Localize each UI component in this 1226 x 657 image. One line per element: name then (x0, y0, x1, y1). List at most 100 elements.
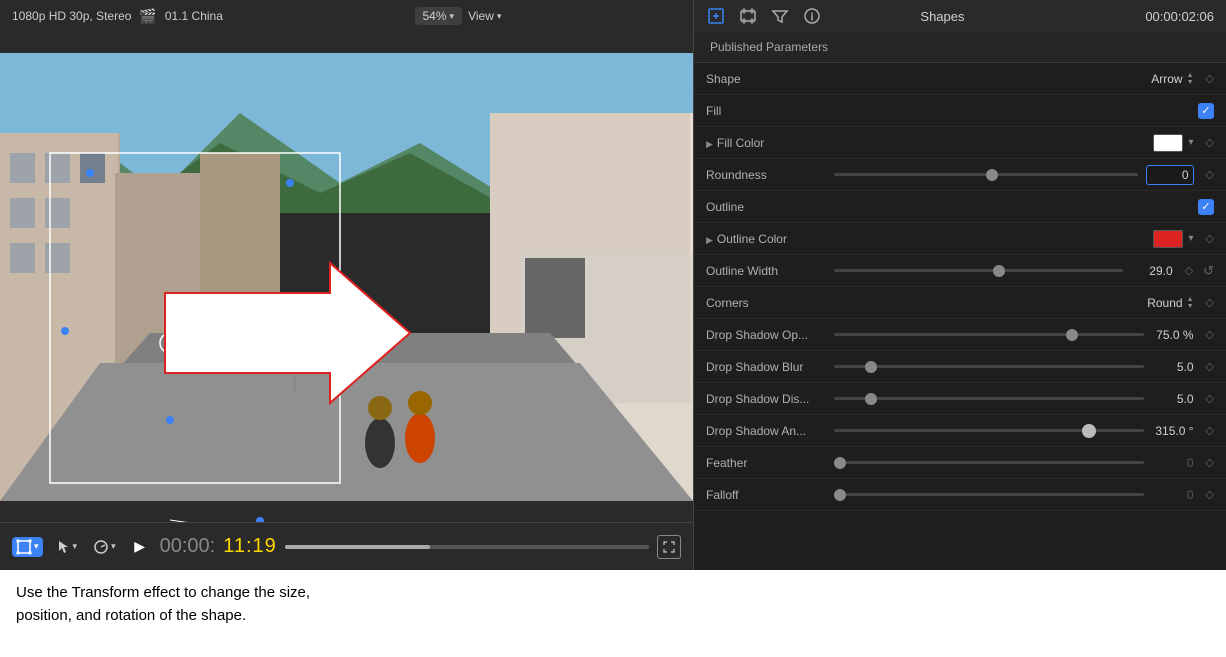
tab-film-icon[interactable] (738, 6, 758, 26)
param-slider-thumb (865, 393, 877, 405)
param-row: Falloff 0 ◇ (694, 479, 1226, 511)
param-value: 315.0 ° (1152, 424, 1194, 438)
param-checkbox[interactable]: ✓ (1198, 199, 1214, 215)
topbar-center: 54% ▾ View ▾ (415, 7, 502, 25)
video-scene (0, 32, 693, 522)
param-diamond-icon[interactable]: ◇ (1206, 72, 1214, 85)
param-input[interactable] (1146, 165, 1194, 185)
param-label-text: Fill Color (717, 136, 764, 150)
param-value-text: 5.0 (1152, 360, 1194, 374)
transform-tool-button[interactable]: ▾ (12, 537, 43, 557)
param-label-text: Drop Shadow Op... (706, 328, 826, 342)
param-diamond-icon[interactable]: ◇ (1206, 232, 1214, 245)
param-value: 0 (1152, 488, 1194, 502)
color-dropdown-icon[interactable]: ▾ (1189, 137, 1194, 148)
param-select[interactable]: Arrow ▲▼ (1151, 72, 1193, 86)
param-label-text: Drop Shadow An... (706, 424, 826, 438)
param-row: Outline Width29.0◇↺ (694, 255, 1226, 287)
param-color-swatch[interactable] (1153, 134, 1183, 152)
params-list: ShapeArrow▲▼◇Fill✓▶Fill Color▾◇Roundness… (694, 63, 1226, 570)
tab-info-icon[interactable] (802, 6, 822, 26)
timeline-bar[interactable] (285, 545, 649, 549)
param-value: 5.0 (1152, 392, 1194, 406)
topbar-left: 1080p HD 30p, Stereo 🎬 01.1 China (12, 8, 223, 25)
select-arrows-icon: ▲▼ (1187, 296, 1194, 310)
param-reset-icon[interactable]: ↺ (1203, 263, 1214, 279)
param-slider[interactable] (834, 173, 1138, 176)
param-slider[interactable] (834, 365, 1144, 368)
param-value: 5.0 (1152, 360, 1194, 374)
param-value-text: 0 (1152, 488, 1194, 502)
param-row: Outline ✓ (694, 191, 1226, 223)
param-diamond-icon[interactable]: ◇ (1206, 328, 1214, 341)
fullscreen-button[interactable] (657, 535, 681, 559)
select-value: Round (1147, 296, 1182, 310)
param-diamond-icon[interactable]: ◇ (1206, 424, 1214, 437)
param-diamond-icon[interactable]: ◇ (1206, 296, 1214, 309)
param-slider[interactable] (834, 429, 1144, 432)
param-slider[interactable] (834, 333, 1144, 336)
zoom-chevron-icon: ▾ (450, 11, 455, 22)
play-button[interactable]: ▶ (128, 535, 152, 559)
view-chevron-icon: ▾ (497, 11, 502, 22)
view-label: View (468, 9, 494, 23)
param-slider[interactable] (834, 397, 1144, 400)
video-canvas (0, 32, 693, 522)
param-slider[interactable] (834, 493, 1144, 496)
param-slider[interactable] (834, 269, 1123, 272)
param-checkbox[interactable]: ✓ (1198, 103, 1214, 119)
zoom-value: 54% (423, 9, 447, 23)
param-slider-thumb (1066, 329, 1078, 341)
param-value: 0 (1152, 456, 1194, 470)
param-row: Drop Shadow Dis...5.0◇ (694, 383, 1226, 415)
param-value-text: 5.0 (1152, 392, 1194, 406)
param-slider-thumb (865, 361, 877, 373)
param-value: ✓ (1198, 199, 1214, 215)
panel-timecode: 00:00:02:06 (1145, 9, 1214, 24)
param-value: 75.0 % (1152, 328, 1194, 342)
param-diamond-icon[interactable]: ◇ (1206, 488, 1214, 501)
param-row: CornersRound▲▼◇ (694, 287, 1226, 319)
speed-chevron-icon: ▾ (111, 541, 116, 552)
param-label-text: Outline Color (717, 232, 787, 246)
param-expand-arrow[interactable]: ▶ (706, 139, 713, 149)
param-diamond-icon[interactable]: ◇ (1206, 456, 1214, 469)
param-slider-thumb (834, 457, 846, 469)
param-slider-thumb (1082, 424, 1096, 438)
view-button[interactable]: View ▾ (468, 9, 501, 23)
param-row: Drop Shadow An... 315.0 ° ◇ (694, 415, 1226, 447)
zoom-button[interactable]: 54% ▾ (415, 7, 463, 25)
param-diamond-icon[interactable]: ◇ (1206, 392, 1214, 405)
param-color-swatch[interactable] (1153, 230, 1183, 248)
speed-tool-button[interactable]: ▾ (89, 537, 120, 557)
video-panel: 1080p HD 30p, Stereo 🎬 01.1 China 54% ▾ … (0, 0, 693, 570)
color-dropdown-icon[interactable]: ▾ (1189, 233, 1194, 244)
format-label: 1080p HD 30p, Stereo (12, 9, 131, 23)
select-value: Arrow (1151, 72, 1182, 86)
param-diamond-icon[interactable]: ◇ (1185, 264, 1193, 277)
caption-text: Use the Transform effect to change the s… (16, 584, 310, 624)
param-diamond-icon[interactable]: ◇ (1206, 168, 1214, 181)
param-value: Round ▲▼ (1147, 296, 1193, 310)
select-arrows-icon: ▲▼ (1187, 72, 1194, 86)
param-value: ✓ (1198, 103, 1214, 119)
param-select[interactable]: Round ▲▼ (1147, 296, 1193, 310)
param-slider-thumb (986, 169, 998, 181)
params-section-header: Published Parameters (694, 32, 1226, 63)
right-panel: Shapes 00:00:02:06 Published Parameters … (693, 0, 1226, 570)
param-expand-arrow[interactable]: ▶ (706, 235, 713, 245)
param-row: ▶ Outline Color ▾ ◇ (694, 223, 1226, 255)
param-row: Drop Shadow Op... 75.0 % ◇ (694, 319, 1226, 351)
tab-shapes-icon[interactable] (706, 6, 726, 26)
param-diamond-icon[interactable]: ◇ (1206, 360, 1214, 373)
transform-chevron-icon: ▾ (34, 541, 39, 552)
tab-filter-icon[interactable] (770, 6, 790, 26)
param-label-text: Falloff (706, 488, 826, 502)
param-label-text: Outline (706, 200, 826, 214)
param-diamond-icon[interactable]: ◇ (1206, 136, 1214, 149)
pointer-tool-button[interactable]: ▾ (51, 537, 82, 557)
param-slider[interactable] (834, 461, 1144, 464)
param-row: ShapeArrow▲▼◇ (694, 63, 1226, 95)
checkbox-check-icon: ✓ (1201, 104, 1210, 117)
param-slider-thumb (834, 489, 846, 501)
